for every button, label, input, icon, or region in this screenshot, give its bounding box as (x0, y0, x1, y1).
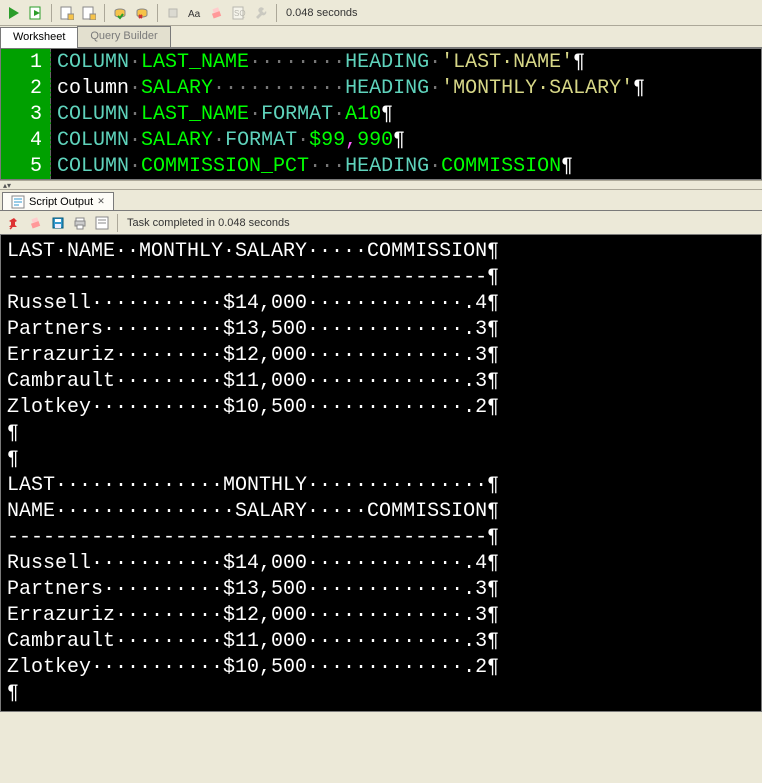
output-line: LAST··············MONTHLY···············… (7, 473, 755, 499)
run-icon[interactable] (4, 3, 24, 23)
print-icon[interactable] (70, 213, 90, 233)
line-number: 4 (1, 127, 51, 153)
output-status: Task completed in 0.048 seconds (123, 217, 290, 229)
pin-icon[interactable] (4, 213, 24, 233)
output-line: ¶ (7, 421, 755, 447)
execution-time: 0.048 seconds (282, 7, 358, 19)
output-line: Russell···········$14,000·············.4… (7, 551, 755, 577)
separator (104, 4, 105, 22)
editor-tabs: Worksheet Query Builder (0, 26, 762, 48)
output-line: Cambrault·········$11,000·············.3… (7, 369, 755, 395)
output-toolbar: Task completed in 0.048 seconds (0, 210, 762, 234)
code-content[interactable]: COLUMN·SALARY·FORMAT·$99,990¶ (51, 129, 405, 152)
output-line: ----------·--------------·--------------… (7, 265, 755, 291)
code-content[interactable]: COLUMN·COMMISSION_PCT···HEADING·COMMISSI… (51, 155, 573, 178)
output-line: LAST·NAME··MONTHLY·SALARY·····COMMISSION… (7, 239, 755, 265)
editor-line[interactable]: 5COLUMN·COMMISSION_PCT···HEADING·COMMISS… (1, 153, 761, 179)
output-line: Cambrault·········$11,000·············.3… (7, 629, 755, 655)
output-line: Errazuriz·········$12,000·············.3… (7, 603, 755, 629)
code-content[interactable]: COLUMN·LAST_NAME········HEADING·'LAST·NA… (51, 51, 585, 74)
code-editor[interactable]: 1COLUMN·LAST_NAME········HEADING·'LAST·N… (0, 48, 762, 180)
svg-text:Aa: Aa (188, 9, 201, 20)
output-line: NAME···············SALARY·····COMMISSION… (7, 499, 755, 525)
separator (51, 4, 52, 22)
output-pane[interactable]: LAST·NAME··MONTHLY·SALARY·····COMMISSION… (0, 234, 762, 712)
output-line: ----------·--------------·--------------… (7, 525, 755, 551)
output-line: Partners··········$13,500·············.3… (7, 317, 755, 343)
clear-icon[interactable] (207, 3, 227, 23)
line-number: 5 (1, 153, 51, 179)
output-line: ¶ (7, 681, 755, 707)
splitter-handle[interactable]: ▴▾ (0, 180, 762, 190)
tab-query-builder[interactable]: Query Builder (77, 26, 170, 47)
output-line: Russell···········$14,000·············.4… (7, 291, 755, 317)
tab-worksheet[interactable]: Worksheet (0, 27, 78, 48)
output-line: Zlotkey···········$10,500·············.2… (7, 395, 755, 421)
editor-line[interactable]: 1COLUMN·LAST_NAME········HEADING·'LAST·N… (1, 49, 761, 75)
output-line: Errazuriz·········$12,000·············.3… (7, 343, 755, 369)
output-line: Zlotkey···········$10,500·············.2… (7, 655, 755, 681)
editor-line[interactable]: 2column·SALARY···········HEADING·'MONTHL… (1, 75, 761, 101)
code-content[interactable]: COLUMN·LAST_NAME·FORMAT·A10¶ (51, 103, 393, 126)
output-line: ¶ (7, 447, 755, 473)
script-output-icon (11, 195, 25, 209)
rollback-icon[interactable] (132, 3, 152, 23)
run-script-icon[interactable] (26, 3, 46, 23)
eraser-icon[interactable] (26, 213, 46, 233)
autotrace-icon[interactable] (79, 3, 99, 23)
save-icon[interactable] (48, 213, 68, 233)
explain-plan-icon[interactable] (57, 3, 77, 23)
tab-script-output[interactable]: Script Output ✕ (2, 192, 114, 210)
separator (276, 4, 277, 22)
output-tab-bar: Script Output ✕ (0, 190, 762, 210)
sql-history-icon[interactable]: SQL (229, 3, 249, 23)
line-number: 2 (1, 75, 51, 101)
editor-line[interactable]: 4COLUMN·SALARY·FORMAT·$99,990¶ (1, 127, 761, 153)
commit-icon[interactable] (110, 3, 130, 23)
line-number: 3 (1, 101, 51, 127)
separator (157, 4, 158, 22)
main-toolbar: Aa SQL 0.048 seconds (0, 0, 762, 26)
output-icon2[interactable] (92, 213, 112, 233)
unshared-icon[interactable] (163, 3, 183, 23)
script-output-label: Script Output (29, 196, 93, 208)
separator (117, 214, 118, 232)
close-icon[interactable]: ✕ (97, 196, 105, 207)
svg-text:SQL: SQL (234, 9, 246, 18)
line-number: 1 (1, 49, 51, 75)
wrench-icon[interactable] (251, 3, 271, 23)
code-content[interactable]: column·SALARY···········HEADING·'MONTHLY… (51, 77, 645, 100)
case-icon[interactable]: Aa (185, 3, 205, 23)
editor-line[interactable]: 3COLUMN·LAST_NAME·FORMAT·A10¶ (1, 101, 761, 127)
output-line: Partners··········$13,500·············.3… (7, 577, 755, 603)
